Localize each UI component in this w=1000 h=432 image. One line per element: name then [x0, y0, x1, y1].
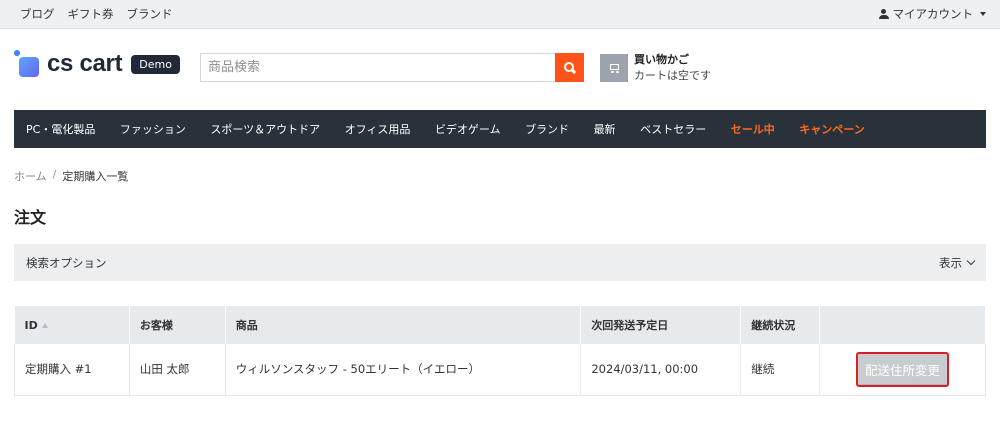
cart-icon [608, 63, 620, 74]
nav-item-sale[interactable]: セール中 [731, 121, 775, 137]
page-title: 注文 [14, 208, 47, 227]
cell-next-date: 2024/03/11, 00:00 [580, 344, 742, 396]
cell-id[interactable]: 定期購入 #1 [14, 344, 130, 396]
nav-item-sports-outdoor[interactable]: スポーツ＆アウトドア [210, 121, 320, 137]
search-bar [200, 53, 584, 82]
cell-status: 継続 [740, 344, 821, 396]
top-link-gift-card[interactable]: ギフト券 [68, 6, 114, 22]
cart-text: 買い物かご カートは空です [634, 52, 711, 84]
breadcrumb: ホーム / 定期購入一覧 [14, 168, 128, 184]
table-row: 定期購入 #1 山田 太郎 ウィルソンスタッフ - 50エリート（イエロー） 2… [14, 344, 986, 396]
nav-item-pc-electronics[interactable]: PC・電化製品 [26, 121, 95, 137]
cart-icon-box [600, 54, 628, 82]
search-options-label: 検索オプション [26, 256, 107, 270]
breadcrumb-current: 定期購入一覧 [62, 170, 129, 183]
top-links: ブログ ギフト券 ブランド [20, 0, 173, 28]
logo[interactable]: cs cart Demo [14, 49, 180, 79]
caret-down-icon [980, 12, 986, 16]
logo-text: cs cart [47, 50, 123, 77]
search-icon [563, 61, 576, 74]
cell-action: 配送住所変更 [819, 344, 986, 396]
top-link-brand[interactable]: ブランド [127, 6, 173, 22]
demo-badge: Demo [131, 54, 180, 74]
user-icon [878, 9, 889, 19]
my-account-label: マイアカウント [892, 7, 974, 21]
subscriptions-table: ID お客様 商品 次回発送予定日 継続状況 定期購入 #1 山田 太郎 ウィル… [14, 306, 986, 396]
nav-item-video-games[interactable]: ビデオゲーム [435, 121, 501, 137]
search-button[interactable] [555, 53, 584, 82]
my-account-menu[interactable]: マイアカウント [878, 0, 986, 28]
main-nav: PC・電化製品 ファッション スポーツ＆アウトドア オフィス用品 ビデオゲーム … [14, 110, 986, 148]
nav-item-brand[interactable]: ブランド [525, 121, 569, 137]
nav-item-campaign[interactable]: キャンペーン [799, 121, 864, 137]
top-link-blog[interactable]: ブログ [20, 6, 55, 22]
column-header-status: 継続状況 [740, 306, 821, 344]
top-bar: ブログ ギフト券 ブランド マイアカウント [0, 0, 1000, 29]
column-header-customer: お客様 [129, 306, 226, 344]
breadcrumb-home[interactable]: ホーム [14, 168, 47, 184]
chevron-down-icon [966, 256, 976, 266]
cart-title: 買い物かご [634, 53, 689, 66]
cart-status: カートは空です [634, 69, 711, 82]
nav-item-office[interactable]: オフィス用品 [345, 121, 411, 137]
nav-item-fashion[interactable]: ファッション [120, 121, 186, 137]
column-header-product: 商品 [225, 306, 582, 344]
table-header-row: ID お客様 商品 次回発送予定日 継続状況 [14, 306, 986, 344]
search-input[interactable] [200, 53, 555, 82]
breadcrumb-separator: / [52, 168, 57, 181]
cell-product: ウィルソンスタッフ - 50エリート（イエロー） [225, 344, 582, 396]
change-shipping-address-button[interactable]: 配送住所変更 [856, 351, 950, 387]
search-options-toggle-label: 表示 [939, 256, 962, 270]
nav-item-bestseller[interactable]: ベストセラー [640, 121, 706, 137]
search-options-toggle[interactable]: 表示 [939, 255, 976, 271]
search-options-panel[interactable]: 検索オプション 表示 [14, 244, 986, 281]
sort-icon [41, 322, 48, 328]
nav-item-newest[interactable]: 最新 [594, 121, 616, 137]
column-header-action [819, 306, 986, 344]
column-header-next-date: 次回発送予定日 [580, 306, 742, 344]
cart-widget[interactable]: 買い物かご カートは空です [600, 52, 711, 84]
cell-customer: 山田 太郎 [129, 344, 226, 396]
column-header-id[interactable]: ID [14, 306, 130, 344]
logo-icon [14, 50, 40, 78]
